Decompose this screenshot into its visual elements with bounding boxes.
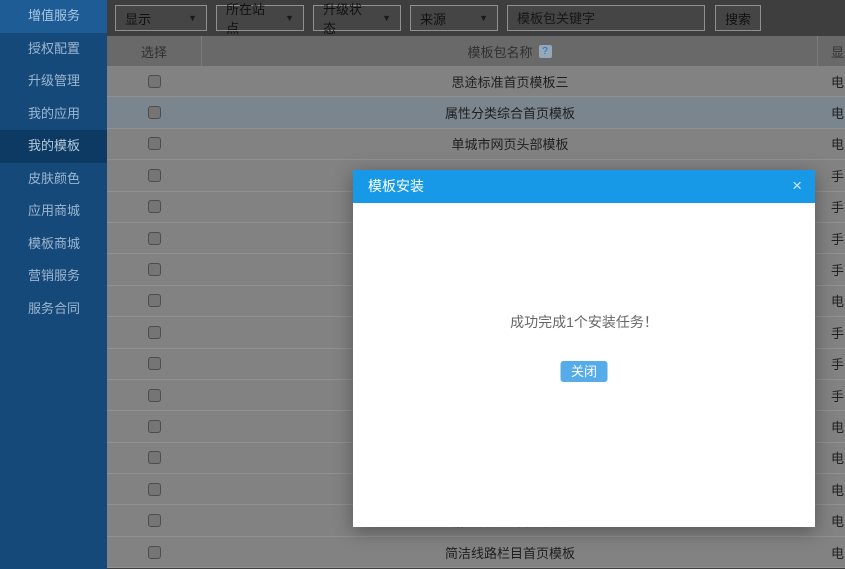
filter-select-1[interactable]: 所在站点▼: [216, 5, 304, 31]
row-checkbox[interactable]: [148, 169, 161, 182]
row-checkbox[interactable]: [148, 546, 161, 559]
row-select-cell: [107, 75, 202, 88]
sidebar-item-1[interactable]: 授权配置: [0, 33, 107, 66]
row-checkbox[interactable]: [148, 200, 161, 213]
device-type: 电: [818, 448, 844, 467]
sidebar-item-9[interactable]: 服务合同: [0, 293, 107, 326]
template-name: 属性分类综合首页模板: [202, 103, 818, 122]
device-type: 电: [818, 543, 844, 562]
row-select-cell: [107, 232, 202, 245]
sidebar-item-4[interactable]: 我的模板: [0, 130, 107, 163]
column-header-name: 模板包名称 ?: [202, 36, 818, 66]
sidebar-item-7[interactable]: 模板商城: [0, 228, 107, 261]
row-select-cell: [107, 294, 202, 307]
device-type: 电: [818, 103, 844, 122]
help-icon[interactable]: ?: [539, 45, 552, 58]
filter-select-0[interactable]: 显示 ▼: [115, 5, 207, 31]
filter-toolbar: 显示▼所在站点▼升级状态▼来源▼ 搜索: [107, 0, 845, 36]
row-checkbox[interactable]: [148, 514, 161, 527]
row-select-cell: [107, 326, 202, 339]
modal-close-button[interactable]: 关闭: [561, 361, 608, 382]
template-install-modal: 模板安装 × 成功完成1个安装任务！ 关闭: [353, 170, 815, 527]
filter-select-label: 来源: [420, 9, 446, 28]
row-select-cell: [107, 483, 202, 496]
row-checkbox[interactable]: [148, 357, 161, 370]
filter-select-label: 升级状态: [323, 0, 374, 37]
sidebar-item-0[interactable]: 增值服务: [0, 0, 107, 33]
row-checkbox[interactable]: [148, 294, 161, 307]
device-type: 电: [818, 134, 844, 153]
row-checkbox[interactable]: [148, 75, 161, 88]
row-checkbox[interactable]: [148, 137, 161, 150]
row-select-cell: [107, 200, 202, 213]
template-name: 简洁线路栏目首页模板: [202, 543, 818, 562]
row-checkbox[interactable]: [148, 232, 161, 245]
row-select-cell: [107, 137, 202, 150]
table-header: 选择 模板包名称 ? 显: [107, 36, 845, 66]
device-type: 电: [818, 417, 844, 436]
row-checkbox[interactable]: [148, 263, 161, 276]
row-select-cell: [107, 389, 202, 402]
device-type: 手: [818, 323, 844, 342]
template-keyword-input[interactable]: [507, 5, 705, 31]
device-type: 手: [818, 229, 844, 248]
device-type: 电: [818, 480, 844, 499]
table-row: 简洁线路栏目首页模板电: [107, 537, 845, 568]
sidebar-item-8[interactable]: 营销服务: [0, 260, 107, 293]
device-type: 电: [818, 291, 844, 310]
row-select-cell: [107, 420, 202, 433]
row-select-cell: [107, 546, 202, 559]
device-type: 手: [818, 386, 844, 405]
row-select-cell: [107, 357, 202, 370]
chevron-down-icon: ▼: [479, 13, 488, 23]
search-button[interactable]: 搜索: [715, 5, 761, 31]
row-select-cell: [107, 263, 202, 276]
filter-select-label: 所在站点: [226, 0, 277, 37]
column-header-name-label: 模板包名称: [467, 42, 532, 61]
column-header-select: 选择: [107, 36, 202, 66]
table-row: 单城市网页头部模板电: [107, 129, 845, 160]
close-icon[interactable]: ×: [792, 170, 802, 203]
table-row: 思途标准首页模板三电: [107, 66, 845, 97]
device-type: 手: [818, 260, 844, 279]
row-select-cell: [107, 169, 202, 182]
row-select-cell: [107, 451, 202, 464]
row-checkbox[interactable]: [148, 326, 161, 339]
row-checkbox[interactable]: [148, 420, 161, 433]
row-checkbox[interactable]: [148, 389, 161, 402]
device-type: 手: [818, 166, 844, 185]
device-type: 电: [818, 72, 844, 91]
template-name: 思途标准首页模板三: [202, 72, 818, 91]
device-type: 手: [818, 197, 844, 216]
device-type: 电: [818, 511, 844, 530]
chevron-down-icon: ▼: [188, 13, 197, 23]
device-type: 手: [818, 354, 844, 373]
chevron-down-icon: ▼: [285, 13, 294, 23]
sidebar-item-3[interactable]: 我的应用: [0, 98, 107, 131]
row-checkbox[interactable]: [148, 483, 161, 496]
sidebar-item-2[interactable]: 升级管理: [0, 65, 107, 98]
row-select-cell: [107, 106, 202, 119]
template-name: 单城市网页头部模板: [202, 134, 818, 153]
row-checkbox[interactable]: [148, 106, 161, 119]
filter-select-2[interactable]: 升级状态▼: [313, 5, 401, 31]
column-header-device: 显: [818, 36, 844, 66]
row-checkbox[interactable]: [148, 451, 161, 464]
modal-title: 模板安装: [353, 170, 815, 203]
table-row: 属性分类综合首页模板电: [107, 97, 845, 128]
sidebar-item-6[interactable]: 应用商城: [0, 195, 107, 228]
sidebar: 增值服务授权配置升级管理我的应用我的模板皮肤颜色应用商城模板商城营销服务服务合同: [0, 0, 107, 569]
chevron-down-icon: ▼: [382, 13, 391, 23]
filter-select-label: 显示: [125, 9, 151, 28]
install-result-message: 成功完成1个安装任务！: [353, 312, 815, 332]
row-select-cell: [107, 514, 202, 527]
filter-select-3[interactable]: 来源 ▼: [410, 5, 498, 31]
sidebar-item-5[interactable]: 皮肤颜色: [0, 163, 107, 196]
